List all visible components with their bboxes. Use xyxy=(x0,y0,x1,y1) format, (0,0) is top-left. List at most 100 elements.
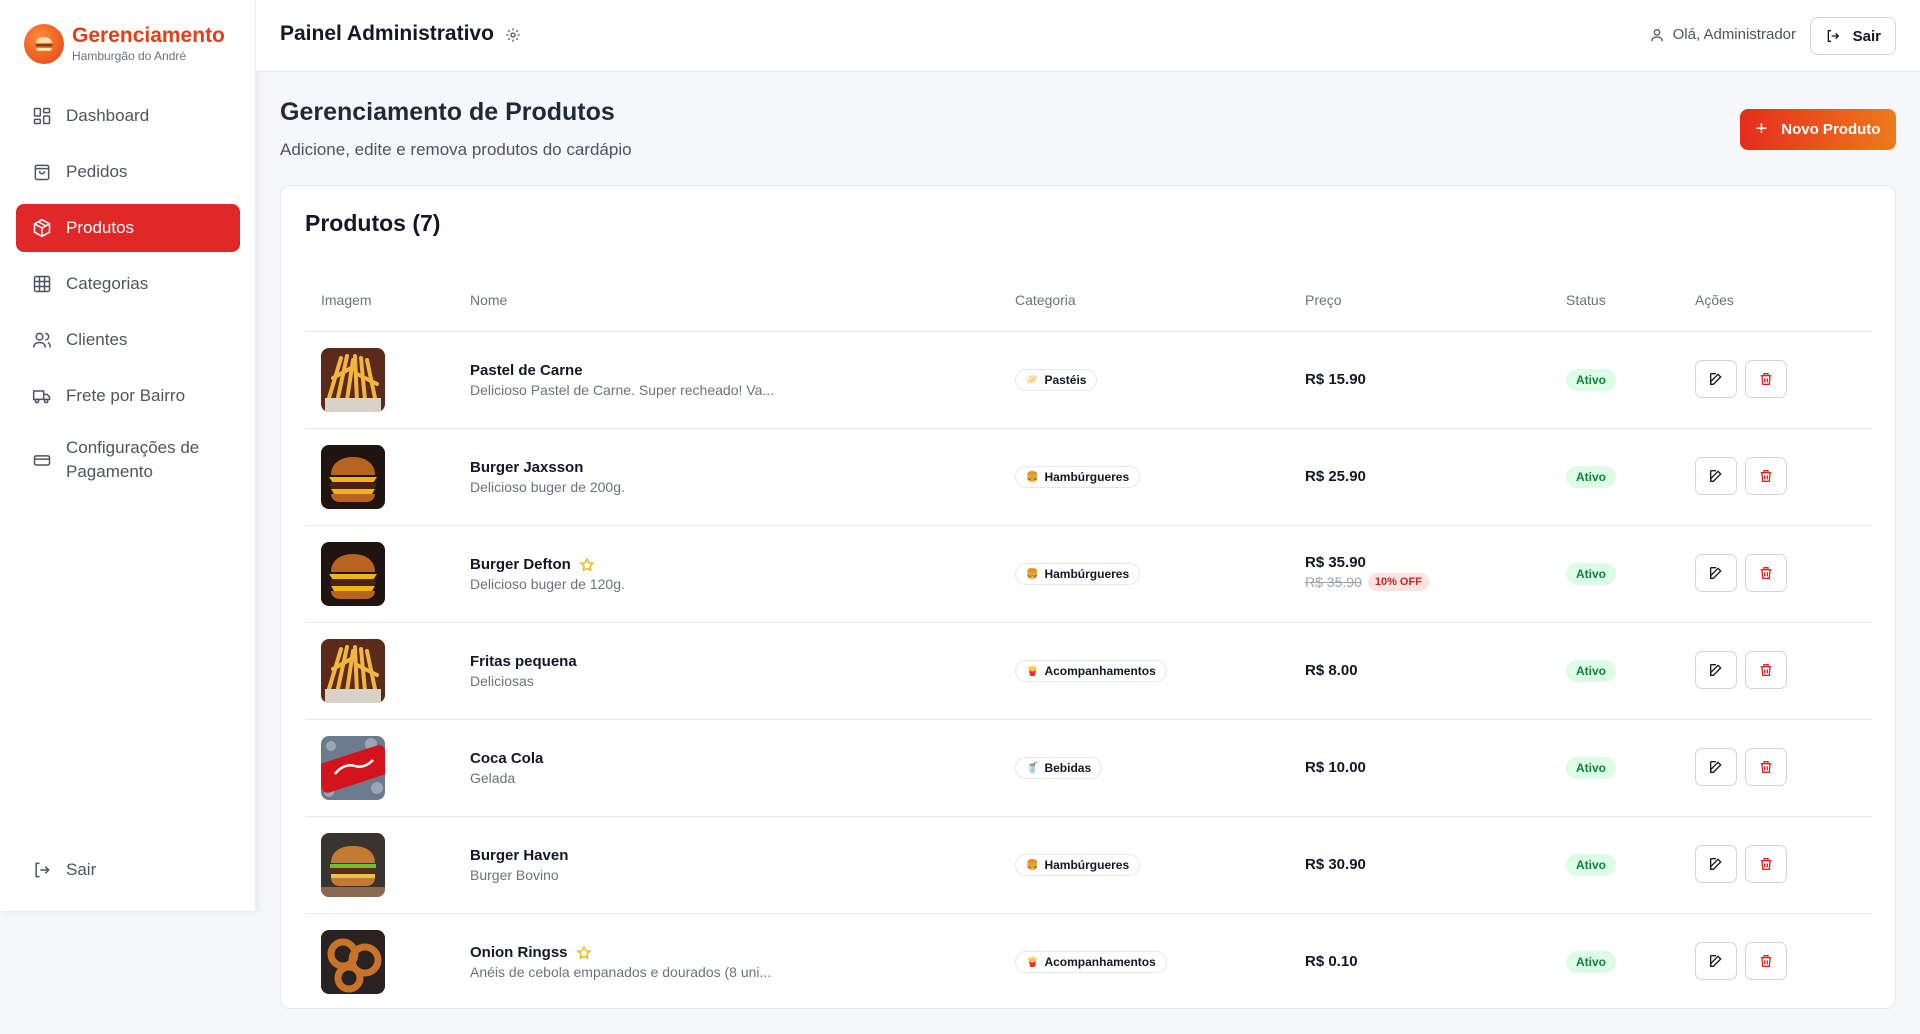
star-icon xyxy=(579,556,595,573)
category-badge: 🍟 Acompanhamentos xyxy=(1015,951,1167,973)
status-badge: Ativo xyxy=(1566,369,1616,391)
delete-button[interactable] xyxy=(1745,360,1787,398)
products-table: Imagem Nome Categoria Preço Status Ações… xyxy=(305,268,1872,1011)
truck-icon xyxy=(32,386,52,406)
status-badge: Ativo xyxy=(1566,757,1616,779)
column-header: Imagem xyxy=(321,292,372,308)
column-header: Nome xyxy=(470,292,508,308)
edit-icon xyxy=(1708,662,1724,678)
edit-button[interactable] xyxy=(1695,651,1737,689)
category-emoji-icon: 🍟 xyxy=(1026,665,1039,677)
product-name: Burger Jaxsson xyxy=(470,459,584,476)
sidebar-item-label: Dashboard xyxy=(66,106,150,125)
edit-button[interactable] xyxy=(1695,554,1737,592)
star-icon xyxy=(576,944,592,961)
table-row: Pastel de Carne Delicioso Pastel de Carne… xyxy=(305,332,1872,429)
product-price: R$ 35.90 R$ 35.90 10% OFF xyxy=(1305,554,1429,591)
table-row: Onion Ringss Anéis de cebola empanados e … xyxy=(305,914,1872,1011)
sidebar-item-frete[interactable]: Frete por Bairro xyxy=(16,372,240,420)
sidebar-item-label: Categorias xyxy=(66,274,149,293)
delete-button[interactable] xyxy=(1745,748,1787,786)
edit-button[interactable] xyxy=(1695,360,1737,398)
edit-button[interactable] xyxy=(1695,748,1737,786)
user-icon xyxy=(1650,28,1663,41)
user-greeting: Olá, Administrador xyxy=(1649,26,1796,43)
old-price: R$ 35.90 xyxy=(1305,574,1362,590)
product-description: Delicioso Pastel de Carne. Super rechead… xyxy=(470,382,775,398)
delete-button[interactable] xyxy=(1745,457,1787,495)
delete-button[interactable] xyxy=(1745,942,1787,980)
sidebar-item-label: Configurações de Pagamento xyxy=(66,438,200,481)
status-badge: Ativo xyxy=(1566,854,1616,876)
category-emoji-icon: 🍟 xyxy=(1026,956,1039,968)
edit-button[interactable] xyxy=(1695,457,1737,495)
edit-button[interactable] xyxy=(1695,845,1737,883)
column-header: Status xyxy=(1566,292,1606,308)
edit-icon xyxy=(1708,953,1724,969)
table-row: Burger Defton Delicioso buger de 120g. 🍔 Ha… xyxy=(305,526,1872,623)
sidebar-item-pedidos[interactable]: Pedidos xyxy=(16,148,240,196)
sidebar: Gerenciamento Hamburgão do André Dashboa… xyxy=(0,0,256,911)
sidebar-item-categorias[interactable]: Categorias xyxy=(16,260,240,308)
product-description: Gelada xyxy=(470,770,516,786)
product-price: R$ 15.90 xyxy=(1305,371,1366,388)
category-badge: 🍟 Acompanhamentos xyxy=(1015,660,1167,682)
trash-icon xyxy=(1758,953,1774,969)
product-price: R$ 0.10 xyxy=(1305,953,1358,970)
status-badge: Ativo xyxy=(1566,466,1616,488)
brand-title: Gerenciamento xyxy=(72,24,225,47)
product-description: Burger Bovino xyxy=(470,867,559,883)
table-row: Burger Jaxsson Delicioso buger de 200g. 🍔 H… xyxy=(305,429,1872,526)
product-price: R$ 8.00 xyxy=(1305,662,1358,679)
trash-icon xyxy=(1758,856,1774,872)
discount-badge: 10% OFF xyxy=(1367,573,1429,591)
category-badge: 🍔 Hambúrgueres xyxy=(1015,854,1141,876)
page-title: Gerenciamento de Produtos xyxy=(280,98,615,126)
category-emoji-icon: 🍔 xyxy=(1026,568,1039,580)
edit-icon xyxy=(1708,759,1724,775)
product-image xyxy=(321,639,385,703)
trash-icon xyxy=(1758,662,1774,678)
gear-icon[interactable] xyxy=(505,27,521,43)
product-description: Deliciosas xyxy=(470,673,534,689)
sidebar-item-label: Frete por Bairro xyxy=(66,386,186,405)
dashboard-icon xyxy=(32,106,52,126)
category-badge: 🥟 Pastéis xyxy=(1015,369,1098,391)
trash-icon xyxy=(1758,759,1774,775)
delete-button[interactable] xyxy=(1745,845,1787,883)
trash-icon xyxy=(1758,468,1774,484)
sidebar-item-label: Produtos xyxy=(66,218,135,237)
products-count-title: Produtos (7) xyxy=(305,210,441,236)
product-name: Pastel de Carne xyxy=(470,362,583,379)
category-badge: 🍔 Hambúrgueres xyxy=(1015,563,1141,585)
status-badge: Ativo xyxy=(1566,951,1616,973)
sidebar-item-produtos[interactable]: Produtos xyxy=(16,204,240,252)
sidebar-item-dashboard[interactable]: Dashboard xyxy=(16,92,240,140)
product-name: Burger Defton xyxy=(470,556,571,573)
sidebar-item-label: Clientes xyxy=(66,330,128,349)
delete-button[interactable] xyxy=(1745,651,1787,689)
sidebar-logout-label: Sair xyxy=(66,860,97,879)
product-image xyxy=(321,930,385,994)
greeting-text: Olá, Administrador xyxy=(1672,26,1796,43)
column-header: Preço xyxy=(1305,292,1342,308)
sidebar-item-clientes[interactable]: Clientes xyxy=(16,316,240,364)
column-header: Ações xyxy=(1695,292,1734,308)
category-label: Hambúrgueres xyxy=(1044,470,1130,484)
category-label: Acompanhamentos xyxy=(1044,955,1156,969)
product-image xyxy=(321,833,385,897)
sidebar-item-pagamento[interactable]: Configurações de Pagamento xyxy=(16,428,240,492)
delete-button[interactable] xyxy=(1745,554,1787,592)
sidebar-nav: Dashboard Pedidos Produtos Categorias Cl… xyxy=(16,92,240,500)
header-logout-button[interactable]: Sair xyxy=(1809,17,1896,55)
header-title: Painel Administrativo xyxy=(280,22,494,45)
new-product-button[interactable]: + Novo Produto xyxy=(1740,109,1896,150)
category-label: Hambúrgueres xyxy=(1044,858,1130,872)
product-name: Burger Haven xyxy=(470,847,569,864)
trash-icon xyxy=(1758,371,1774,387)
sidebar-logout[interactable]: Sair xyxy=(16,846,240,894)
trash-icon xyxy=(1758,565,1774,581)
product-image xyxy=(321,348,385,412)
product-name: Onion Ringss xyxy=(470,944,568,961)
edit-button[interactable] xyxy=(1695,942,1737,980)
